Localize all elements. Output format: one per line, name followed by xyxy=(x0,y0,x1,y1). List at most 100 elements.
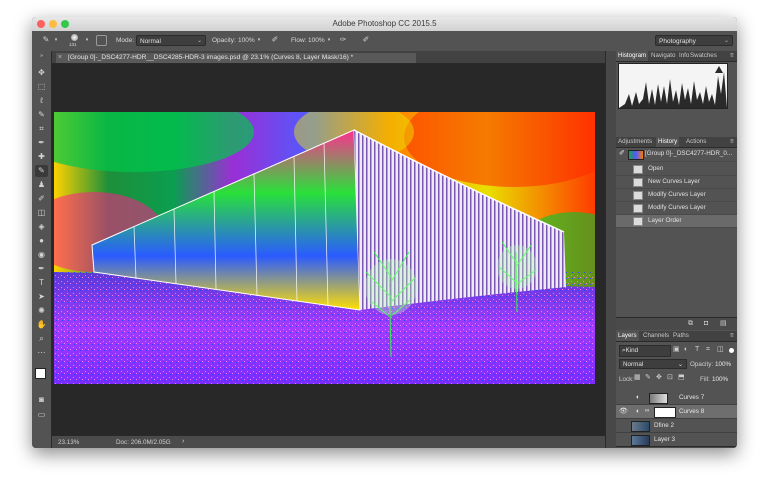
chevron-down-icon[interactable]: ▾ xyxy=(326,35,332,45)
workspace-switcher[interactable]: Photography ⌄ xyxy=(655,35,733,46)
clipping-warning-icon[interactable] xyxy=(715,66,723,73)
brush-tool-icon[interactable]: ✎ xyxy=(40,35,52,45)
canvas-area[interactable] xyxy=(52,64,605,435)
chevron-down-icon[interactable]: ▾ xyxy=(256,35,262,45)
path-selection-tool-icon[interactable]: ➤ xyxy=(35,291,48,303)
flow-value[interactable]: 100% xyxy=(308,37,325,44)
lock-transparent-icon[interactable]: ▦ xyxy=(634,373,641,383)
screen-mode-icon[interactable]: ▭ xyxy=(35,409,48,421)
clone-stamp-tool-icon[interactable]: ♟ xyxy=(35,179,48,191)
history-item[interactable]: New Curves Layer xyxy=(616,176,737,189)
camera-snapshot-icon[interactable]: ◘ xyxy=(704,319,708,329)
marquee-tool-icon[interactable]: ⬚ xyxy=(35,81,48,93)
layer-filter-select[interactable]: ⌕Kind xyxy=(619,345,671,357)
chevron-down-icon[interactable]: ▾ xyxy=(53,35,59,45)
history-state-icon xyxy=(633,178,643,187)
mode-select[interactable]: Normal ⌄ xyxy=(136,35,206,46)
new-document-from-state-icon[interactable]: ⧉ xyxy=(688,319,693,329)
layer-row[interactable]: ◐ Curves 7 xyxy=(616,391,737,405)
history-item[interactable]: Modify Curves Layer xyxy=(616,189,737,202)
eyedropper-tool-icon[interactable]: ✒ xyxy=(35,137,48,149)
history-item-selected[interactable]: Layer Order xyxy=(616,215,737,228)
tab-adjustments[interactable]: Adjustments xyxy=(616,137,654,147)
add-mask-icon[interactable]: ◙ xyxy=(660,447,664,448)
history-snapshot-row[interactable]: ✐ [Group 0]-_DSC4277-HDR_0... xyxy=(616,148,737,162)
history-item[interactable]: Open xyxy=(616,163,737,176)
layer-row-selected[interactable]: 👁 ◐ ∞ Curves 8 xyxy=(616,405,737,419)
custom-shape-tool-icon[interactable]: ✺ xyxy=(35,305,48,317)
layer-row[interactable]: Dfine 2 xyxy=(616,419,737,433)
pressure-opacity-icon[interactable]: ✐ xyxy=(270,35,280,45)
filter-shape-icon[interactable]: ⌗ xyxy=(706,345,710,355)
blur-tool-icon[interactable]: ● xyxy=(35,235,48,247)
pressure-size-icon[interactable]: ✐ xyxy=(361,35,371,45)
fill-value[interactable]: 100% xyxy=(712,376,728,383)
brush-panel-toggle-icon[interactable] xyxy=(96,35,107,46)
tab-layers[interactable]: Layers xyxy=(616,331,639,341)
lock-label: Lock: xyxy=(619,376,635,383)
chevron-down-icon[interactable]: ▾ xyxy=(84,35,90,45)
pen-tool-icon[interactable]: ✒ xyxy=(35,263,48,275)
panel-menu-icon[interactable]: ≡ xyxy=(728,137,736,147)
panel-menu-icon[interactable]: ≡ xyxy=(728,331,736,341)
layer-opacity-value[interactable]: 100% xyxy=(715,361,731,368)
link-layers-icon[interactable]: ∞ xyxy=(632,447,637,448)
history-brush-tool-icon[interactable]: ✐ xyxy=(35,193,48,205)
blend-mode-select[interactable]: Normal ⌄ xyxy=(619,359,687,369)
status-menu-icon[interactable]: › xyxy=(182,438,184,445)
trash-icon[interactable]: ▤ xyxy=(714,447,721,448)
close-tab-icon[interactable]: × xyxy=(58,53,62,63)
new-group-icon[interactable]: ▰ xyxy=(686,447,691,448)
document-image[interactable] xyxy=(54,112,595,384)
tab-actions[interactable]: Actions xyxy=(684,137,708,147)
paint-bucket-tool-icon[interactable]: ◈ xyxy=(35,221,48,233)
brush-preset-picker[interactable]: 131 xyxy=(69,33,81,47)
filter-pixel-icon[interactable]: ▣ xyxy=(673,345,680,355)
quick-mask-icon[interactable]: ◙ xyxy=(35,394,48,406)
histogram-chart xyxy=(619,66,727,108)
quick-selection-tool-icon[interactable]: ✎ xyxy=(35,109,48,121)
document-tab[interactable]: × [Group 0]-_DSC4277-HDR__DSC4285-HDR-3 … xyxy=(56,53,416,63)
lock-artboard-icon[interactable]: ⊡ xyxy=(667,373,673,383)
panel-menu-icon[interactable]: ≡ xyxy=(728,51,736,61)
tab-paths[interactable]: Paths xyxy=(671,331,691,341)
type-tool-icon[interactable]: T xyxy=(35,277,48,289)
history-item[interactable]: Modify Curves Layer xyxy=(616,202,737,215)
foreground-color-swatch[interactable] xyxy=(35,368,46,379)
filter-smart-object-icon[interactable]: ◫ xyxy=(717,345,724,355)
lock-position-icon[interactable]: ✥ xyxy=(656,373,662,383)
eye-visibility-icon[interactable]: 👁 xyxy=(619,405,628,418)
tab-channels[interactable]: Channels xyxy=(641,331,671,341)
crop-tool-icon[interactable]: ⌗ xyxy=(35,123,48,135)
trash-icon[interactable]: ▤ xyxy=(720,319,727,329)
dodge-tool-icon[interactable]: ◉ xyxy=(35,249,48,261)
lock-image-icon[interactable]: ✎ xyxy=(645,373,651,383)
eraser-tool-icon[interactable]: ◫ xyxy=(35,207,48,219)
filter-type-icon[interactable]: T xyxy=(695,345,699,355)
filter-adjustment-icon[interactable]: ◐ xyxy=(684,345,688,355)
layer-style-icon[interactable]: fx xyxy=(646,447,651,448)
brush-tool-icon[interactable]: ✎ xyxy=(35,165,48,177)
tab-navigator[interactable]: Navigato xyxy=(649,51,677,61)
airbrush-icon[interactable]: ✑ xyxy=(338,35,348,45)
lasso-tool-icon[interactable]: ℓ xyxy=(35,95,48,107)
healing-brush-tool-icon[interactable]: ✚ xyxy=(35,151,48,163)
zoom-level[interactable]: 23.13% xyxy=(58,439,79,446)
filter-toggle-icon[interactable] xyxy=(729,348,734,353)
hand-tool-icon[interactable]: ✋ xyxy=(35,319,48,331)
tools-collapse-icon[interactable]: » xyxy=(35,53,48,65)
tab-histogram[interactable]: Histogram xyxy=(616,51,649,61)
lock-all-icon[interactable]: ⬒ xyxy=(678,373,685,383)
history-item-label: Open xyxy=(648,165,664,172)
layer-row[interactable]: Layer 3 xyxy=(616,433,737,447)
tab-swatches[interactable]: Swatches xyxy=(688,51,719,61)
opacity-value[interactable]: 100% xyxy=(238,37,255,44)
tab-history[interactable]: History xyxy=(656,137,680,147)
more-tools-icon[interactable]: ⋯ xyxy=(35,347,48,359)
new-adjustment-layer-icon[interactable]: ◐ xyxy=(673,447,677,448)
document-tab-title: [Group 0]-_DSC4277-HDR__DSC4285-HDR-3 im… xyxy=(68,54,354,61)
move-tool-icon[interactable]: ✥ xyxy=(35,67,48,79)
zoom-tool-icon[interactable]: ⌕ xyxy=(35,333,48,345)
new-layer-icon[interactable]: ⧉ xyxy=(700,447,705,448)
history-brush-source-icon[interactable]: ✐ xyxy=(619,148,625,160)
